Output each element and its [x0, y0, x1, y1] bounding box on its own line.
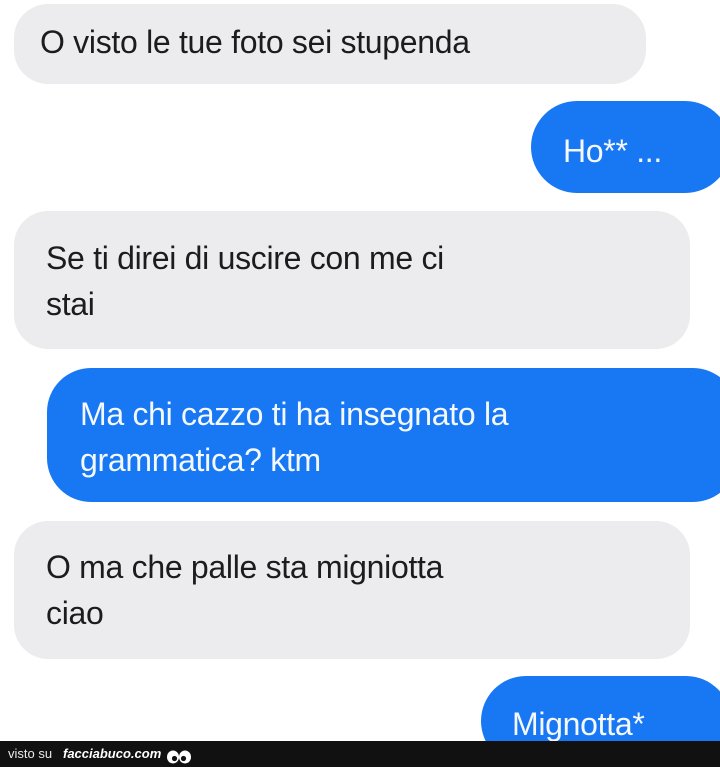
eyes-icon [166, 747, 192, 764]
outgoing-message-bubble[interactable]: Ho** ... [531, 101, 720, 193]
message-text-line: O ma che palle sta migniotta [46, 549, 444, 585]
outgoing-message-bubble[interactable]: Mignotta* [481, 676, 720, 741]
message-text-line: stai [46, 286, 95, 322]
message-text-line: grammatica? ktm [80, 442, 321, 478]
incoming-message-bubble[interactable]: Se ti direi di uscire con me ci stai [14, 211, 690, 349]
message-text-line: Se ti direi di uscire con me ci [46, 240, 444, 276]
outgoing-message-bubble[interactable]: Ma chi cazzo ti ha insegnato la grammati… [47, 368, 720, 502]
message-text-line: Ho** ... [563, 133, 662, 169]
watermark-bar: visto su facciabuco.com [0, 741, 720, 767]
message-text-line: O visto le tue foto sei stupenda [40, 24, 470, 60]
message-text-line: ciao [46, 595, 104, 631]
incoming-message-bubble[interactable]: O visto le tue foto sei stupenda [14, 4, 646, 84]
watermark-prefix: visto su [8, 746, 53, 761]
incoming-message-bubble[interactable]: O ma che palle sta migniotta ciao [14, 521, 690, 659]
chat-thread: O visto le tue foto sei stupenda Ho** ..… [0, 0, 720, 741]
message-text-line: Mignotta* [512, 706, 645, 741]
watermark-site-link[interactable]: facciabuco.com [63, 741, 161, 767]
message-text-line: Ma chi cazzo ti ha insegnato la [80, 396, 509, 432]
